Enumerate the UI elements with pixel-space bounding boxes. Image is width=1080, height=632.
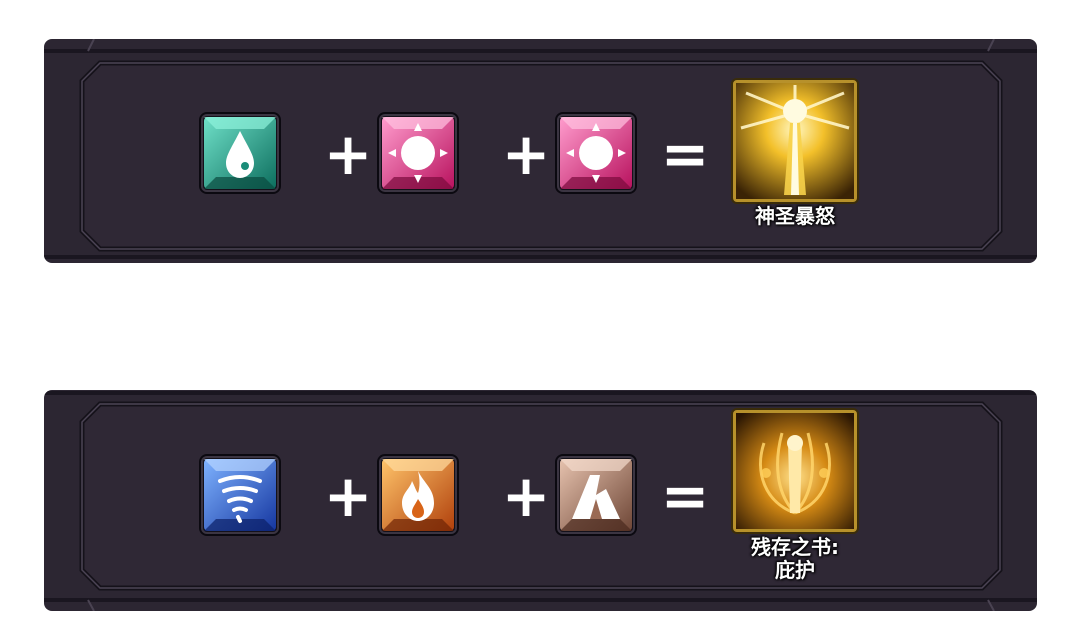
holy-wrath-skill-icon [736,83,854,199]
result-skill [733,410,857,532]
ingredient-sun-gem [379,114,457,192]
ingredient-tornado-gem [201,456,279,534]
water-drop-gem-icon [204,117,276,189]
ingredient-fire-gem [379,456,457,534]
plus-operator: + [501,462,551,530]
equals-operator: = [660,462,710,530]
fire-gem-icon [382,459,454,531]
sun-gem-icon [560,117,632,189]
result-skill-name-line2: 庇护 [775,558,815,582]
result-skill-name: 残存之书: [751,535,839,559]
equals-operator: = [660,120,710,188]
plus-operator: + [323,120,373,188]
recipe-panel-2: + + = 残存之书: 庇护 [44,390,1037,611]
tornado-gem-icon [204,459,276,531]
sun-gem-icon [382,117,454,189]
ingredient-rock-gem [557,456,635,534]
rock-gem-icon [560,459,632,531]
result-skill-name: 神圣暴怒 [755,204,835,228]
recipe-panel-1: + + = 神圣暴怒 [44,39,1037,263]
plus-operator: + [501,120,551,188]
ingredient-sun-gem [557,114,635,192]
book-of-remnants-skill-icon [736,413,854,529]
ingredient-water-gem [201,114,279,192]
result-skill [733,80,857,202]
plus-operator: + [323,462,373,530]
